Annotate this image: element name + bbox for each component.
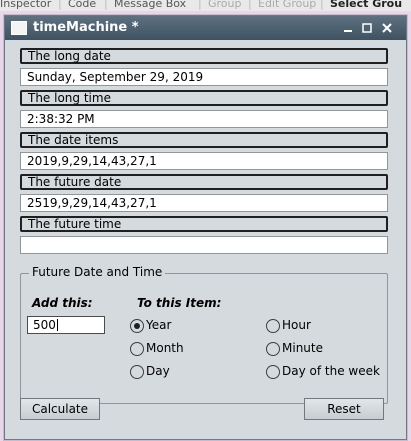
reset-button[interactable]: Reset (304, 398, 384, 420)
radio-month-indicator[interactable] (130, 342, 144, 356)
bg-menu-inspector: Inspector (0, 0, 52, 10)
amount-input[interactable]: 500 (27, 316, 105, 334)
future-time-label: The future time (20, 216, 388, 232)
bg-separator: | (248, 0, 252, 10)
title-bar[interactable]: timeMachine * (5, 16, 406, 40)
bg-menu-code: Code (68, 0, 97, 10)
long-time-field[interactable]: 2:38:32 PM (20, 110, 388, 128)
bg-menu-group: Group (208, 0, 242, 10)
bg-separator: | (104, 0, 108, 10)
radio-minute-indicator[interactable] (266, 342, 280, 356)
long-date-label: The long date (20, 48, 388, 64)
bg-menu-message-box: Message Box (114, 0, 187, 10)
window-icon (11, 21, 27, 35)
bg-menu-edit-group: Edit Group (258, 0, 317, 10)
group-title: Future Date and Time (29, 265, 166, 279)
radio-day-of-week-indicator[interactable] (266, 365, 280, 379)
date-items-label: The date items (20, 132, 388, 148)
future-time-field[interactable] (20, 236, 388, 254)
radio-hour-label[interactable]: Hour (282, 318, 311, 332)
future-date-field[interactable]: 2519,9,29,14,43,27,1 (20, 194, 388, 212)
radio-day-label[interactable]: Day (146, 364, 170, 378)
close-icon[interactable] (379, 20, 395, 36)
calculate-button[interactable]: Calculate (20, 398, 100, 420)
app-window: timeMachine * The long date Sunday, Sept… (4, 15, 407, 440)
add-this-label: Add this: (32, 296, 93, 310)
radio-day-indicator[interactable] (130, 365, 144, 379)
radio-day-of-week-label[interactable]: Day of the week (282, 364, 380, 378)
future-date-label: The future date (20, 174, 388, 190)
to-this-item-label: To this Item: (137, 296, 222, 310)
future-date-time-group (20, 273, 388, 404)
radio-year-label[interactable]: Year (146, 318, 171, 332)
minimize-icon[interactable] (340, 20, 356, 36)
window-title: timeMachine * (33, 20, 139, 35)
bg-separator: | (58, 0, 62, 10)
long-date-field[interactable]: Sunday, September 29, 2019 (20, 68, 388, 86)
long-time-label: The long time (20, 90, 388, 106)
radio-month-label[interactable]: Month (146, 341, 184, 355)
radio-hour-indicator[interactable] (266, 319, 280, 333)
bg-separator: | (320, 0, 324, 10)
radio-minute-label[interactable]: Minute (282, 341, 323, 355)
bg-menu-select-group: Select Grou (330, 0, 403, 10)
maximize-icon[interactable] (359, 20, 375, 36)
bg-separator: | (198, 0, 202, 10)
amount-value: 500 (33, 318, 56, 332)
date-items-field[interactable]: 2019,9,29,14,43,27,1 (20, 152, 388, 170)
radio-year-indicator[interactable] (130, 319, 144, 333)
text-caret (56, 319, 58, 331)
